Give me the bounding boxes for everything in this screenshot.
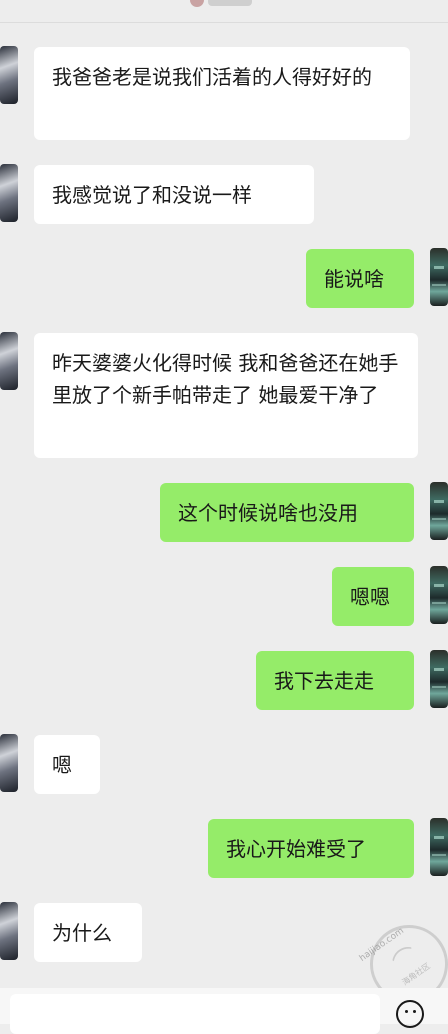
- self-avatar[interactable]: [430, 650, 448, 708]
- message-bubble-sent[interactable]: 这个时候说啥也没用: [160, 483, 414, 542]
- message-bubble-sent[interactable]: 嗯嗯: [332, 567, 414, 626]
- message-bubble-received[interactable]: 我感觉说了和没说一样: [34, 165, 314, 224]
- self-avatar[interactable]: [430, 248, 448, 306]
- contact-avatar[interactable]: [0, 902, 18, 960]
- message-bubble-received[interactable]: 嗯: [34, 735, 100, 794]
- self-avatar[interactable]: [430, 818, 448, 876]
- message-bubble-received[interactable]: 我爸爸老是说我们活着的人得好好的: [34, 47, 410, 140]
- self-avatar[interactable]: [430, 566, 448, 624]
- self-avatar[interactable]: [430, 482, 448, 540]
- message-bubble-sent[interactable]: 我心开始难受了: [208, 819, 414, 878]
- message-bubble-sent[interactable]: 能说啥: [306, 249, 414, 308]
- message-input[interactable]: [10, 994, 380, 1034]
- chat-title-emoji: [190, 0, 204, 7]
- message-bubble-received[interactable]: 昨天婆婆火化得时候 我和爸爸还在她手里放了个新手帕带走了 她最爱干净了: [34, 333, 418, 458]
- message-bubble-sent[interactable]: 我下去走走: [256, 651, 414, 710]
- chat-title-bar: [0, 0, 448, 23]
- contact-avatar[interactable]: [0, 46, 18, 104]
- message-bubble-received[interactable]: 为什么: [34, 903, 142, 962]
- contact-avatar[interactable]: [0, 164, 18, 222]
- contact-avatar[interactable]: [0, 734, 18, 792]
- chat-title: [190, 0, 270, 9]
- chat-title-obscured: [208, 0, 252, 6]
- contact-avatar[interactable]: [0, 332, 18, 390]
- message-input-bar: [0, 988, 448, 1034]
